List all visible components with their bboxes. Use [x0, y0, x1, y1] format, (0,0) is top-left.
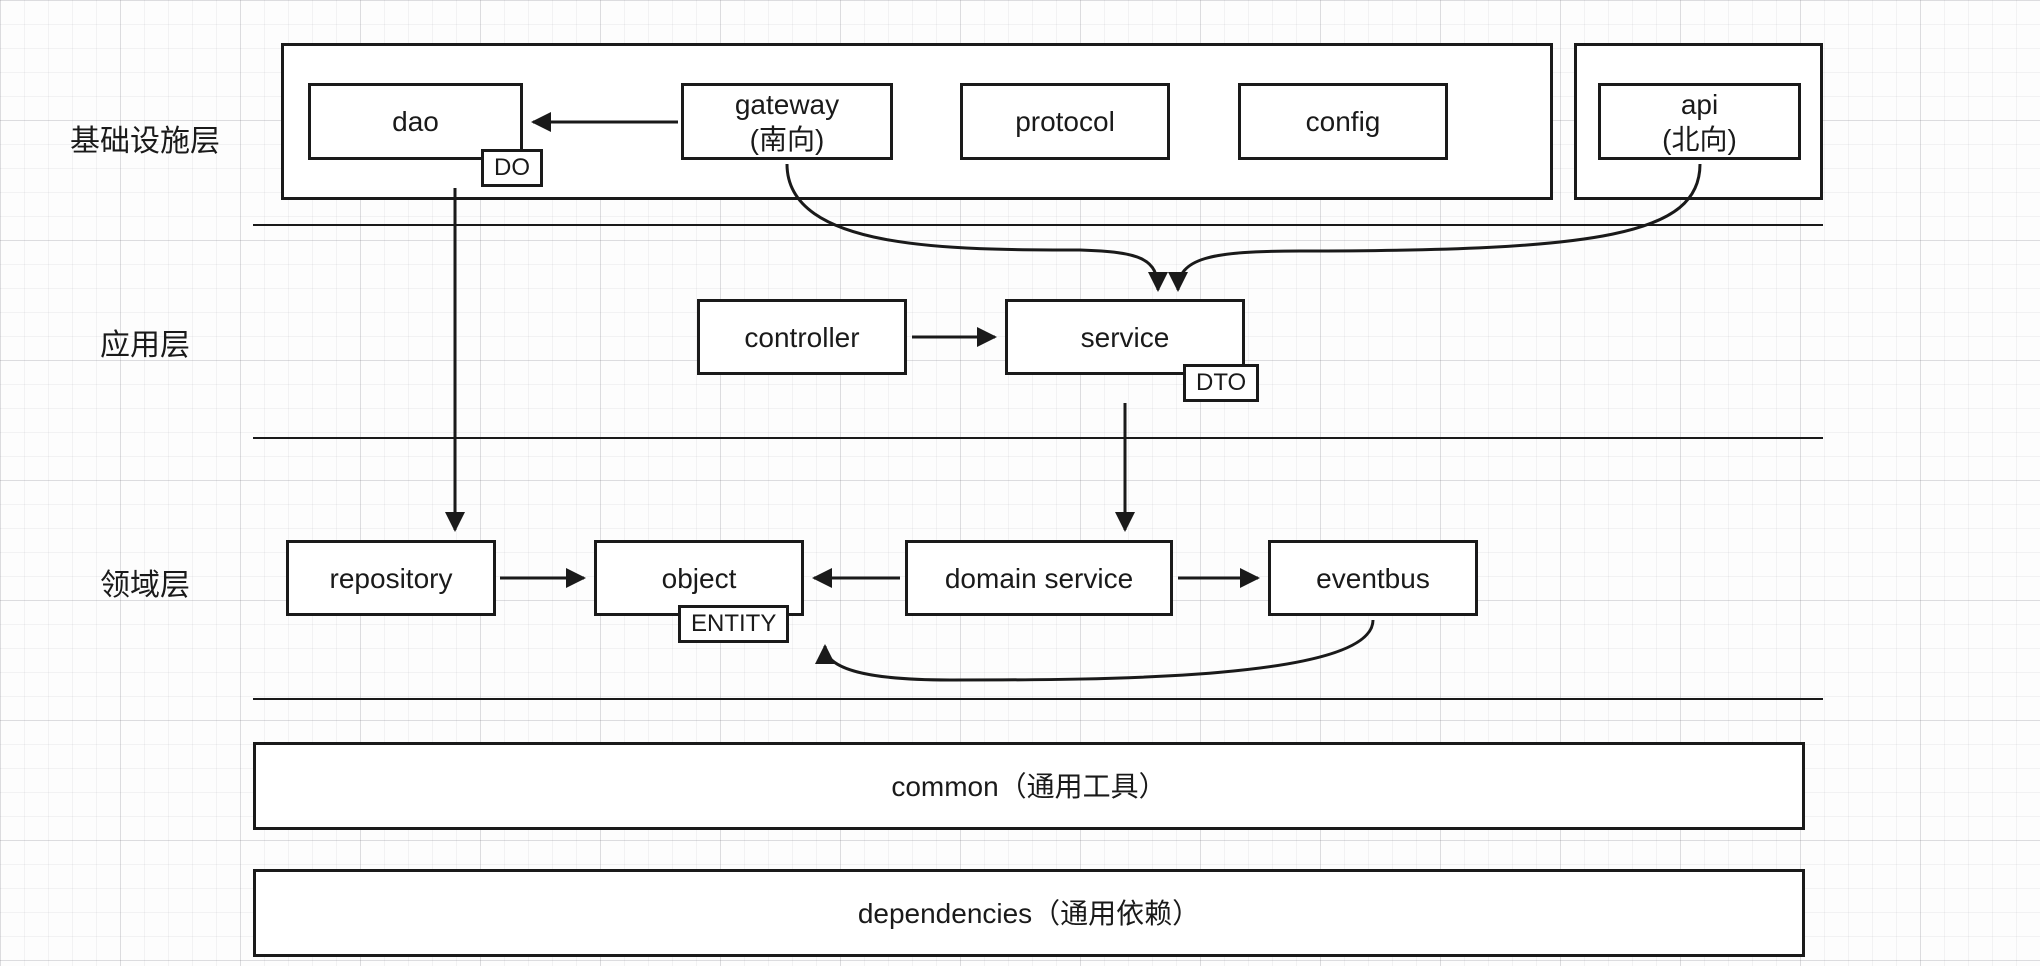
box-protocol-label: protocol	[1015, 104, 1115, 139]
box-dao-label: dao	[392, 104, 439, 139]
box-domain-service: domain service	[905, 540, 1173, 616]
box-eventbus-label: eventbus	[1316, 561, 1430, 596]
box-repository-label: repository	[330, 561, 453, 596]
tag-entity: ENTITY	[678, 605, 789, 643]
box-protocol: protocol	[960, 83, 1170, 160]
box-repository: repository	[286, 540, 496, 616]
box-gateway-label1: gateway	[735, 87, 839, 122]
box-controller: controller	[697, 299, 907, 375]
layer-label-infra: 基础设施层	[70, 116, 220, 160]
box-gateway-label2: (南向)	[750, 122, 825, 157]
box-common-label: common（通用工具）	[891, 769, 1166, 804]
tag-do: DO	[481, 149, 543, 187]
arrow-eventbus-object	[825, 620, 1373, 680]
divider-2	[253, 437, 1823, 439]
box-controller-label: controller	[744, 320, 859, 355]
box-api-label2: (北向)	[1662, 122, 1737, 157]
box-api-label1: api	[1681, 87, 1718, 122]
box-gateway: gateway (南向)	[681, 83, 893, 160]
layer-label-app: 应用层	[100, 320, 190, 364]
box-eventbus: eventbus	[1268, 540, 1478, 616]
box-dependencies: dependencies（通用依赖）	[253, 869, 1805, 957]
box-config-label: config	[1306, 104, 1381, 139]
box-config: config	[1238, 83, 1448, 160]
box-api: api (北向)	[1598, 83, 1801, 160]
box-domain-service-label: domain service	[945, 561, 1133, 596]
box-service-label: service	[1081, 320, 1170, 355]
tag-dto: DTO	[1183, 364, 1259, 402]
box-object-label: object	[662, 561, 737, 596]
box-common: common（通用工具）	[253, 742, 1805, 830]
divider-1	[253, 224, 1823, 226]
layer-label-domain: 领域层	[100, 560, 190, 604]
divider-3	[253, 698, 1823, 700]
box-dependencies-label: dependencies（通用依赖）	[858, 896, 1200, 931]
